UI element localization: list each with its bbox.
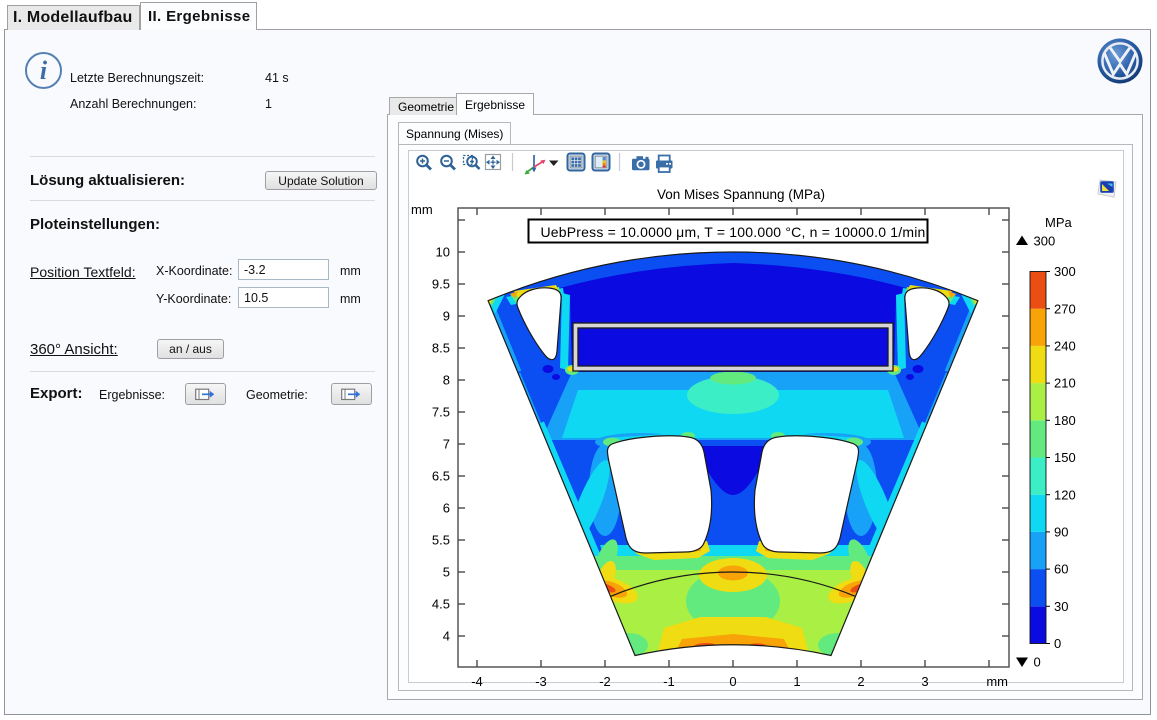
svg-text:150: 150 <box>1054 450 1076 465</box>
svg-text:mm: mm <box>411 202 433 217</box>
svg-text:210: 210 <box>1054 376 1076 391</box>
svg-text:6: 6 <box>443 501 450 516</box>
svg-text:6.5: 6.5 <box>432 469 450 484</box>
svg-text:5.5: 5.5 <box>432 533 450 548</box>
svg-text:3: 3 <box>921 674 928 689</box>
svg-text:0: 0 <box>1054 636 1061 651</box>
svg-text:8.5: 8.5 <box>432 341 450 356</box>
svg-text:2: 2 <box>857 674 864 689</box>
svg-text:0: 0 <box>729 674 736 689</box>
svg-text:-1: -1 <box>663 674 675 689</box>
svg-text:270: 270 <box>1054 301 1076 316</box>
svg-text:4.5: 4.5 <box>432 597 450 612</box>
svg-text:300: 300 <box>1034 234 1056 249</box>
svg-text:60: 60 <box>1054 562 1068 577</box>
svg-text:8: 8 <box>443 373 450 388</box>
svg-text:300: 300 <box>1054 264 1076 279</box>
svg-text:-2: -2 <box>599 674 611 689</box>
svg-text:9.5: 9.5 <box>432 277 450 292</box>
svg-text:90: 90 <box>1054 525 1068 540</box>
svg-text:-3: -3 <box>535 674 547 689</box>
svg-text:-4: -4 <box>471 674 483 689</box>
svg-text:1: 1 <box>793 674 800 689</box>
svg-text:0: 0 <box>1034 655 1041 670</box>
svg-text:5: 5 <box>443 565 450 580</box>
svg-text:Von Mises Spannung (MPa): Von Mises Spannung (MPa) <box>657 187 825 202</box>
svg-text:30: 30 <box>1054 599 1068 614</box>
svg-text:7: 7 <box>443 437 450 452</box>
svg-text:mm: mm <box>986 674 1008 689</box>
svg-text:120: 120 <box>1054 487 1076 502</box>
svg-text:10: 10 <box>436 245 450 260</box>
svg-text:9: 9 <box>443 309 450 324</box>
svg-text:7.5: 7.5 <box>432 405 450 420</box>
svg-text:180: 180 <box>1054 413 1076 428</box>
svg-text:4: 4 <box>443 629 450 644</box>
svg-text:240: 240 <box>1054 339 1076 354</box>
svg-text:MPa: MPa <box>1045 215 1073 230</box>
svg-text:UebPress = 10.0000 μm, T = 100: UebPress = 10.0000 μm, T = 100.000 °C, n… <box>540 224 925 240</box>
